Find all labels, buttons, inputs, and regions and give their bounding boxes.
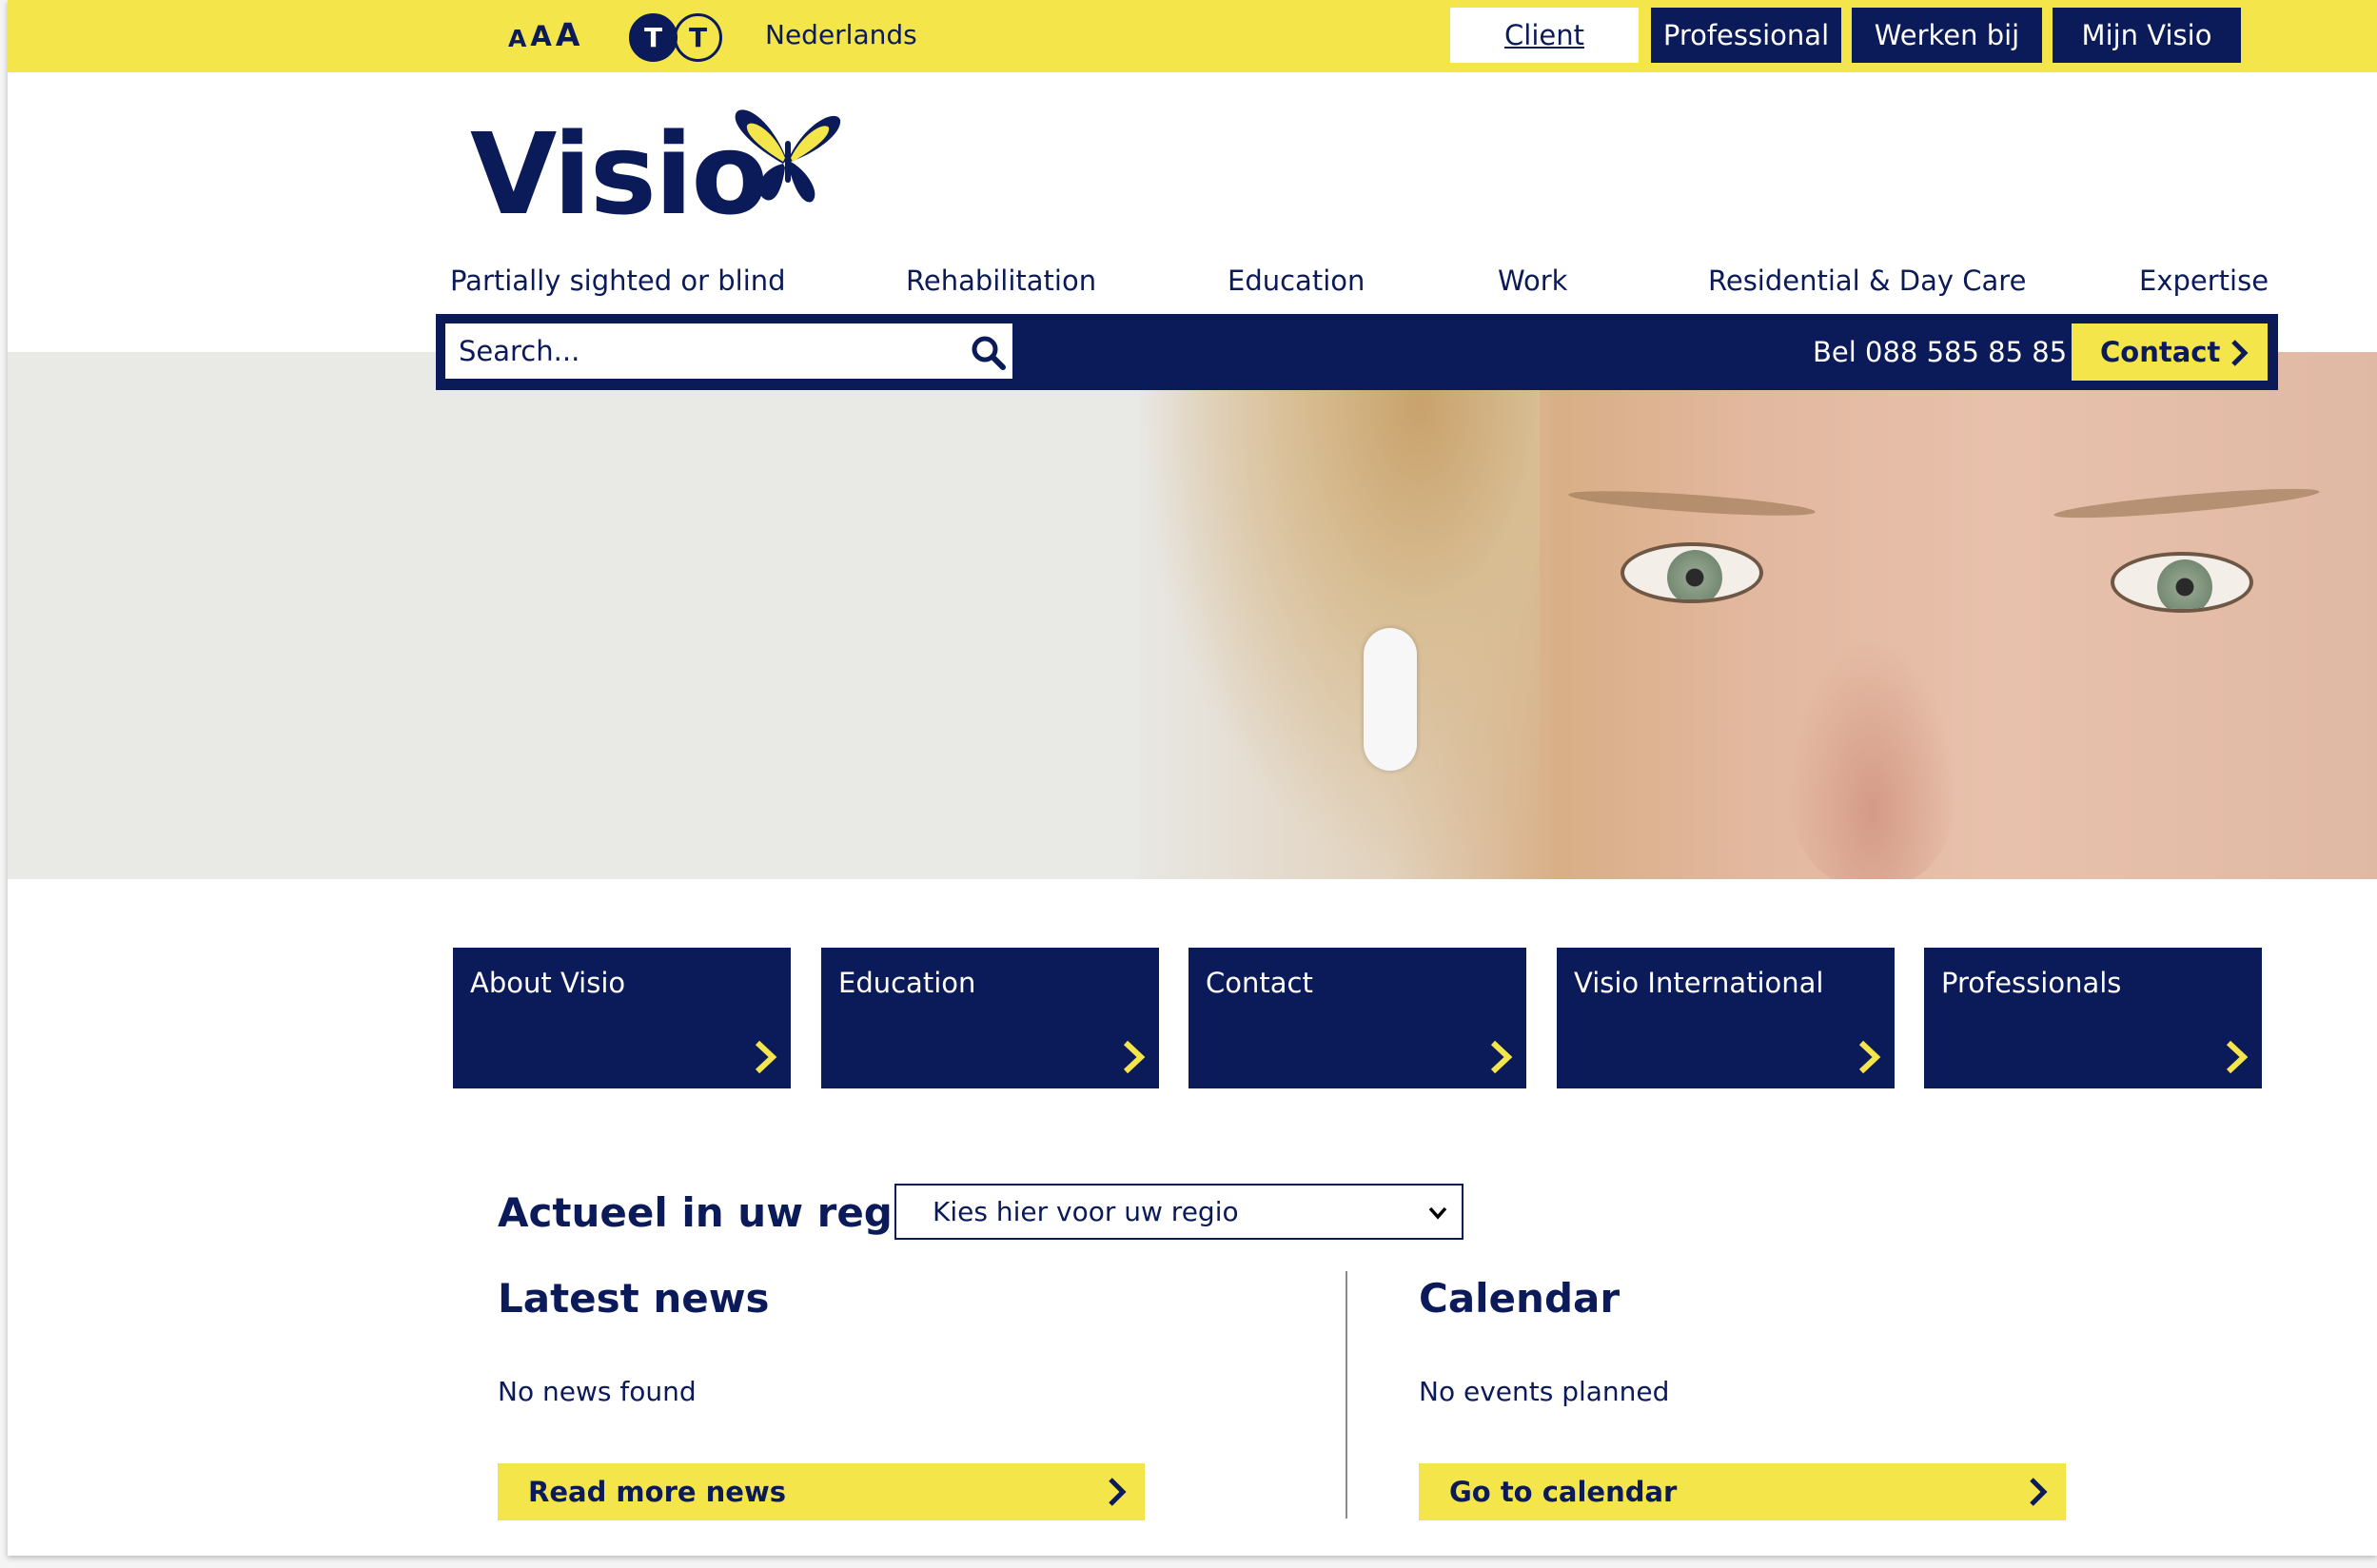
read-more-news-label: Read more news <box>528 1476 786 1508</box>
nav-residential-day-care[interactable]: Residential & Day Care <box>1708 265 2026 297</box>
read-more-news-button[interactable]: Read more news <box>498 1463 1145 1520</box>
nav-rehabilitation[interactable]: Rehabilitation <box>906 265 1096 297</box>
column-divider <box>1346 1271 1347 1519</box>
chevron-down-icon <box>1428 1206 1447 1220</box>
go-to-calendar-button[interactable]: Go to calendar <box>1419 1463 2066 1520</box>
nose-shape <box>1787 637 1958 879</box>
font-size-large-button[interactable]: A <box>556 19 580 50</box>
hero-photo <box>1140 352 2377 879</box>
chevron-right-icon <box>2030 1478 2048 1506</box>
news-empty-text: No news found <box>498 1376 697 1407</box>
nav-work[interactable]: Work <box>1498 265 1567 297</box>
chevron-right-icon <box>1109 1478 1127 1506</box>
chevron-right-icon <box>755 1040 777 1074</box>
chevron-right-icon <box>1123 1040 1146 1074</box>
font-size-medium-button[interactable]: A <box>530 23 551 50</box>
phone-number[interactable]: Bel 088 585 85 85 <box>1813 336 2067 368</box>
eye-left <box>1621 542 1763 603</box>
tile-label: Education <box>838 967 976 999</box>
nav-partially-sighted[interactable]: Partially sighted or blind <box>450 265 786 297</box>
high-contrast-button[interactable]: T <box>629 13 678 62</box>
search-icon[interactable] <box>971 335 1007 371</box>
tile-about-visio[interactable]: About Visio <box>453 948 791 1088</box>
tile-label: Visio International <box>1574 967 1824 999</box>
search-box <box>445 323 1012 379</box>
nav-expertise[interactable]: Expertise <box>2139 265 2269 297</box>
language-link[interactable]: Nederlands <box>765 19 917 50</box>
tile-label: About Visio <box>470 967 626 999</box>
search-bar: Bel 088 585 85 85 Contact <box>436 314 2278 390</box>
chevron-right-icon <box>2231 340 2249 366</box>
eyebrow-right <box>2053 482 2321 524</box>
chevron-right-icon <box>2226 1040 2249 1074</box>
top-bar: A A A T T Nederlands Client Professional… <box>8 0 2377 72</box>
visio-logo[interactable]: Visio <box>470 103 844 230</box>
region-title: Actueel in uw regio <box>498 1189 934 1236</box>
news-title: Latest news <box>498 1275 770 1322</box>
normal-contrast-button[interactable]: T <box>674 13 722 62</box>
search-input[interactable] <box>459 331 934 371</box>
tab-werken-bij[interactable]: Werken bij <box>1852 8 2042 63</box>
tile-contact[interactable]: Contact <box>1188 948 1526 1088</box>
region-select[interactable]: Kies hier voor uw regio <box>894 1184 1464 1240</box>
page: A A A T T Nederlands Client Professional… <box>8 0 2377 1556</box>
tab-professional[interactable]: Professional <box>1651 8 1841 63</box>
contrast-controls: T T <box>629 13 722 62</box>
logo-text: Visio <box>470 108 768 240</box>
tile-label: Contact <box>1206 967 1313 999</box>
tile-label: Professionals <box>1941 967 2122 999</box>
contact-button-label: Contact <box>2100 336 2221 368</box>
eye-right <box>2111 552 2253 613</box>
tab-client[interactable]: Client <box>1450 8 1639 63</box>
tile-visio-international[interactable]: Visio International <box>1557 948 1895 1088</box>
earbud-shape <box>1364 628 1417 771</box>
region-select-value: Kies hier voor uw regio <box>933 1196 1239 1227</box>
butterfly-icon <box>736 109 841 203</box>
calendar-title: Calendar <box>1419 1275 1621 1322</box>
nav-education[interactable]: Education <box>1228 265 1365 297</box>
go-to-calendar-label: Go to calendar <box>1449 1476 1678 1508</box>
chevron-right-icon <box>1858 1040 1881 1074</box>
chevron-right-icon <box>1490 1040 1513 1074</box>
hero-image <box>8 352 2377 879</box>
hair-shape <box>1140 352 1540 879</box>
contact-button[interactable]: Contact <box>2072 323 2268 381</box>
calendar-empty-text: No events planned <box>1419 1376 1670 1407</box>
tile-professionals[interactable]: Professionals <box>1924 948 2262 1088</box>
font-size-small-button[interactable]: A <box>508 27 526 50</box>
eyebrow-left <box>1567 485 1817 521</box>
font-size-controls: A A A <box>508 19 580 50</box>
tile-education[interactable]: Education <box>821 948 1159 1088</box>
tab-mijn-visio[interactable]: Mijn Visio <box>2053 8 2241 63</box>
